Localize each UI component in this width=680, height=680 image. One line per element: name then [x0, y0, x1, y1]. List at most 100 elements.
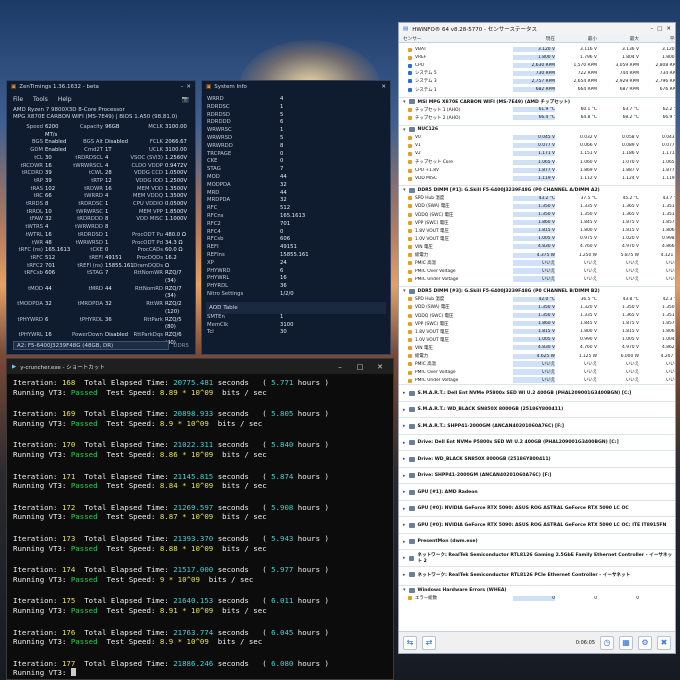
expand-chevron-icon[interactable]: ▸: [403, 390, 406, 396]
col-max[interactable]: 最大: [597, 36, 639, 42]
sensor-list[interactable]: VBAT 3.120 V 3.116 V 3.136 V 3.120 V VREF 1.80…: [399, 45, 675, 632]
nav-left-icon[interactable]: ⇆: [403, 635, 417, 650]
sensor-section-header[interactable]: ▾ DDR5 DIMM [#1]: G.Skill F5-6400J3239F48…: [399, 185, 675, 194]
sensor-row[interactable]: チップセット 2 (AHO) 66.4 °C 64.8 °C 68.2 °C 66.9 …: [399, 114, 675, 122]
sensor-row[interactable]: VREF 1.800 V 1.796 V 1.804 V 1.800 V: [399, 53, 675, 61]
expand-chevron-icon[interactable]: ▸: [403, 456, 406, 462]
sensor-row[interactable]: システム 5 730 RPM 722 RPM 744 RPM 734 RPM: [399, 69, 675, 77]
zentimings-titlebar[interactable]: ▣ ZenTimings 1.36.1632 - beta – ✕: [7, 81, 195, 93]
sensor-section-collapsed[interactable]: ▸ Drive: SHPP41-2000GM (ANCAN40201060A76C…: [399, 466, 675, 484]
sensor-section-collapsed[interactable]: ▸ GPU [#0]: NVIDIA GeForce RTX 5090: ASUS…: [399, 499, 675, 517]
sensor-section-collapsed[interactable]: ▸ GPU [#1]: AMD Radeon: [399, 483, 675, 500]
camera-icon[interactable]: 📷: [182, 96, 189, 103]
report-icon[interactable]: ▦: [619, 635, 633, 650]
sensor-row[interactable]: SPD Hub 温度 42.0 °C 36.5 °C 43.8 °C 42.3 °C: [399, 295, 675, 303]
sensor-row[interactable]: VBAT 3.120 V 3.116 V 3.136 V 3.120 V: [399, 45, 675, 53]
sensor-row[interactable]: PMIC Under Voltage いいえ いいえ いいえ いいえ: [399, 275, 675, 283]
settings-icon[interactable]: ⚙: [638, 635, 652, 650]
col-avg[interactable]: 平均: [639, 36, 675, 42]
hwinfo-titlebar[interactable]: ▤ HWiNFO® 64 v8.28-5770 - センサーステータス – □ …: [399, 23, 675, 35]
sensor-row[interactable]: チップセット 1 (AHO) 61.9 °C 60.1 °C 63.7 °C 62.2 …: [399, 106, 675, 114]
sensor-row[interactable]: VDD (SWA) 電圧 1.350 V 1.320 V 1.350 V 1.350 V: [399, 303, 675, 311]
menu-file[interactable]: File: [13, 96, 23, 103]
dimm-select[interactable]: A2: F5-6400J3239F48G (48GB, DR): [13, 341, 170, 350]
expand-chevron-icon[interactable]: ▸: [403, 473, 406, 479]
minimize-icon[interactable]: –: [650, 26, 653, 32]
minimize-icon[interactable]: –: [332, 363, 348, 371]
sensor-row[interactable]: 1.8V VOUT 電圧 1.815 V 1.800 V 1.815 V 1.806 V: [399, 227, 675, 235]
sensor-section-header[interactable]: ▾ NUC126: [399, 124, 675, 134]
sensor-row[interactable]: VPP (SWC) 電圧 1.860 V 1.845 V 1.875 V 1.857 V: [399, 320, 675, 328]
col-current[interactable]: 現在: [513, 36, 555, 42]
sensor-row[interactable]: VIN 電圧 4.830 V 4.760 V 4.970 V 4.862 V: [399, 344, 675, 352]
sensor-row[interactable]: VPP (SWC) 電圧 1.860 V 1.845 V 1.875 V 1.857 V: [399, 219, 675, 227]
terminal-output[interactable]: Iteration: 168 Total Elapsed Time: 20775…: [7, 374, 393, 679]
menu-tools[interactable]: Tools: [33, 96, 48, 103]
sensor-section-collapsed[interactable]: ▸ GPU [#0]: NVIDIA GeForce RTX 5090: ASUS…: [399, 516, 675, 533]
clock-icon[interactable]: ◷: [600, 635, 614, 650]
sensor-row[interactable]: VDDQ (SWC) 電圧 1.350 V 1.350 V 1.365 V 1.351 …: [399, 211, 675, 219]
terminal-window[interactable]: ▶ y-cruncher.exe - ショートカット – □ ✕ Iterati…: [6, 358, 394, 680]
sensor-row[interactable]: PMIC 高温 いいえ いいえ いいえ いいえ: [399, 259, 675, 267]
maximize-icon[interactable]: □: [352, 363, 368, 371]
expand-chevron-icon[interactable]: ▸: [403, 407, 406, 413]
sensor-section-collapsed[interactable]: ▸ Drive: Dell Ent NVMe P5800x SED WI U.2 …: [399, 433, 675, 451]
close-icon[interactable]: ✕: [381, 84, 386, 90]
sensor-row[interactable]: 1.0V VOUT 電圧 1.005 V 0.990 V 1.005 V 1.004 V: [399, 336, 675, 344]
close-sensors-icon[interactable]: ✖: [657, 635, 671, 650]
sensor-row[interactable]: チップセット Core 1.065 V 1.060 V 1.070 V 1.065 V: [399, 158, 675, 166]
sensor-section-collapsed[interactable]: ▸ Drive: WD_BLACK SN850X 8000GB (25186Y80…: [399, 450, 675, 467]
col-sensor[interactable]: センサー: [403, 36, 513, 42]
nav-right-icon[interactable]: ⇄: [422, 635, 436, 650]
terminal-titlebar[interactable]: ▶ y-cruncher.exe - ショートカット – □ ✕: [7, 359, 393, 374]
expand-chevron-icon[interactable]: ▸: [403, 539, 406, 545]
sensor-section-collapsed[interactable]: ▸ S.M.A.R.T.: SHPP41-2000GM (ANCAN4020106…: [399, 417, 675, 434]
sensor-section-collapsed[interactable]: ▸ ネットワーク: RealTek Semiconductor RTL8126 G…: [399, 549, 675, 566]
close-icon[interactable]: ✕: [186, 84, 191, 90]
expand-chevron-icon[interactable]: ▾: [403, 187, 406, 193]
expand-chevron-icon[interactable]: ▾: [403, 99, 406, 105]
aod-table-header[interactable]: AOD Table: [206, 301, 386, 314]
sensor-section-collapsed[interactable]: ▸ S.M.A.R.T.: WD_BLACK SN850X 8000GB (251…: [399, 400, 675, 418]
expand-chevron-icon[interactable]: ▾: [403, 587, 406, 593]
hwinfo-window[interactable]: ▤ HWiNFO® 64 v8.28-5770 - センサーステータス – □ …: [398, 22, 676, 654]
sensor-row[interactable]: PMIC Over Voltage いいえ いいえ いいえ いいえ: [399, 267, 675, 275]
sensor-section-collapsed[interactable]: ▸ PresentMon (dwm.exe): [399, 532, 675, 550]
sensor-row[interactable]: エラー総数 0 0 0: [399, 594, 675, 602]
sensor-row[interactable]: PMIC Over Voltage いいえ いいえ いいえ いいえ: [399, 368, 675, 376]
expand-chevron-icon[interactable]: ▸: [403, 440, 406, 446]
close-icon[interactable]: ✕: [372, 363, 388, 371]
expand-chevron-icon[interactable]: ▸: [403, 555, 406, 561]
sensor-row[interactable]: VDD (SWA) 電圧 1.350 V 1.335 V 1.365 V 1.351 V: [399, 202, 675, 210]
zentimings-window[interactable]: ▣ ZenTimings 1.36.1632 - beta – ✕ File T…: [6, 80, 196, 355]
expand-chevron-icon[interactable]: ▸: [403, 489, 406, 495]
sensor-row[interactable]: PMIC 高温 いいえ いいえ いいえ いいえ: [399, 360, 675, 368]
minimize-icon[interactable]: –: [181, 84, 184, 90]
sensor-row[interactable]: CPU +1.8V 1.877 V 1.869 V 1.887 V 1.877 V: [399, 166, 675, 174]
sensor-row[interactable]: 総電力 4.625 W 1.125 W 6.000 W 4.207 W: [399, 352, 675, 360]
sensor-section-header[interactable]: ▾ MSI MPG X870E CARBON WIFI (MS-7E49) (AM…: [399, 96, 675, 106]
sensor-row[interactable]: システム 1 682 RPM 664 RPM 687 RPM 676 RPM: [399, 85, 675, 93]
sensor-row[interactable]: PMIC Under Voltage いいえ いいえ いいえ いいえ: [399, 376, 675, 384]
sensor-row[interactable]: V2 1.171 V 1.151 V 1.186 V 1.171 V: [399, 150, 675, 158]
sensor-row[interactable]: SPD Hub 温度 43.2 °C 37.5 °C 45.2 °C 43.7 °C: [399, 194, 675, 202]
sensor-row[interactable]: 1.0V VOUT 電圧 1.005 V 0.975 V 1.020 V 0.998 V: [399, 235, 675, 243]
sensor-row[interactable]: V0 0.045 V 0.032 V 0.058 V 0.043 V: [399, 134, 675, 142]
sensor-section-collapsed[interactable]: ▸ ネットワーク: RealTek Semiconductor RTL8126 P…: [399, 565, 675, 583]
sensor-row[interactable]: VDD MISC 1.119 V 1.112 V 1.124 V 1.119 V: [399, 174, 675, 182]
menu-help[interactable]: Help: [58, 96, 72, 103]
system-info-titlebar[interactable]: ▣ System Info ✕: [202, 81, 390, 93]
expand-chevron-icon[interactable]: ▸: [403, 506, 406, 512]
sensor-row[interactable]: 1.8V VOUT 電圧 1.815 V 1.800 V 1.815 V 1.806 V: [399, 328, 675, 336]
sensor-section-header[interactable]: ▾ DDR5 DIMM [#3]: G.Skill F5-6400J3239F48…: [399, 286, 675, 295]
sensor-row[interactable]: V1 0.077 V 0.066 V 0.089 V 0.077 V: [399, 142, 675, 150]
system-info-window[interactable]: ▣ System Info ✕ WRRD 4 RDRDSC 1 RDRDSD 5 RDRDD…: [201, 80, 391, 355]
sensor-row[interactable]: VIN 電圧 4.830 V 4.760 V 4.970 V 4.866 V: [399, 243, 675, 251]
expand-chevron-icon[interactable]: ▾: [403, 127, 406, 133]
sensor-section-header[interactable]: ▾ Windows Hardware Errors (WHEA): [399, 585, 675, 594]
sensor-section-collapsed[interactable]: ▸ S.M.A.R.T.: Dell Ent NVMe P5800x SED WI…: [399, 384, 675, 401]
sensor-row[interactable]: CPU 2,630 RPM 1,570 RPM 3,059 RPM 2,808 RPM: [399, 61, 675, 69]
sensor-row[interactable]: VDDQ (SWC) 電圧 1.350 V 1.335 V 1.365 V 1.351 …: [399, 312, 675, 320]
expand-chevron-icon[interactable]: ▾: [403, 288, 406, 294]
sensor-row[interactable]: システム 3 2,757 RPM 2,654 RPM 2,929 RPM 2,796 R…: [399, 77, 675, 85]
